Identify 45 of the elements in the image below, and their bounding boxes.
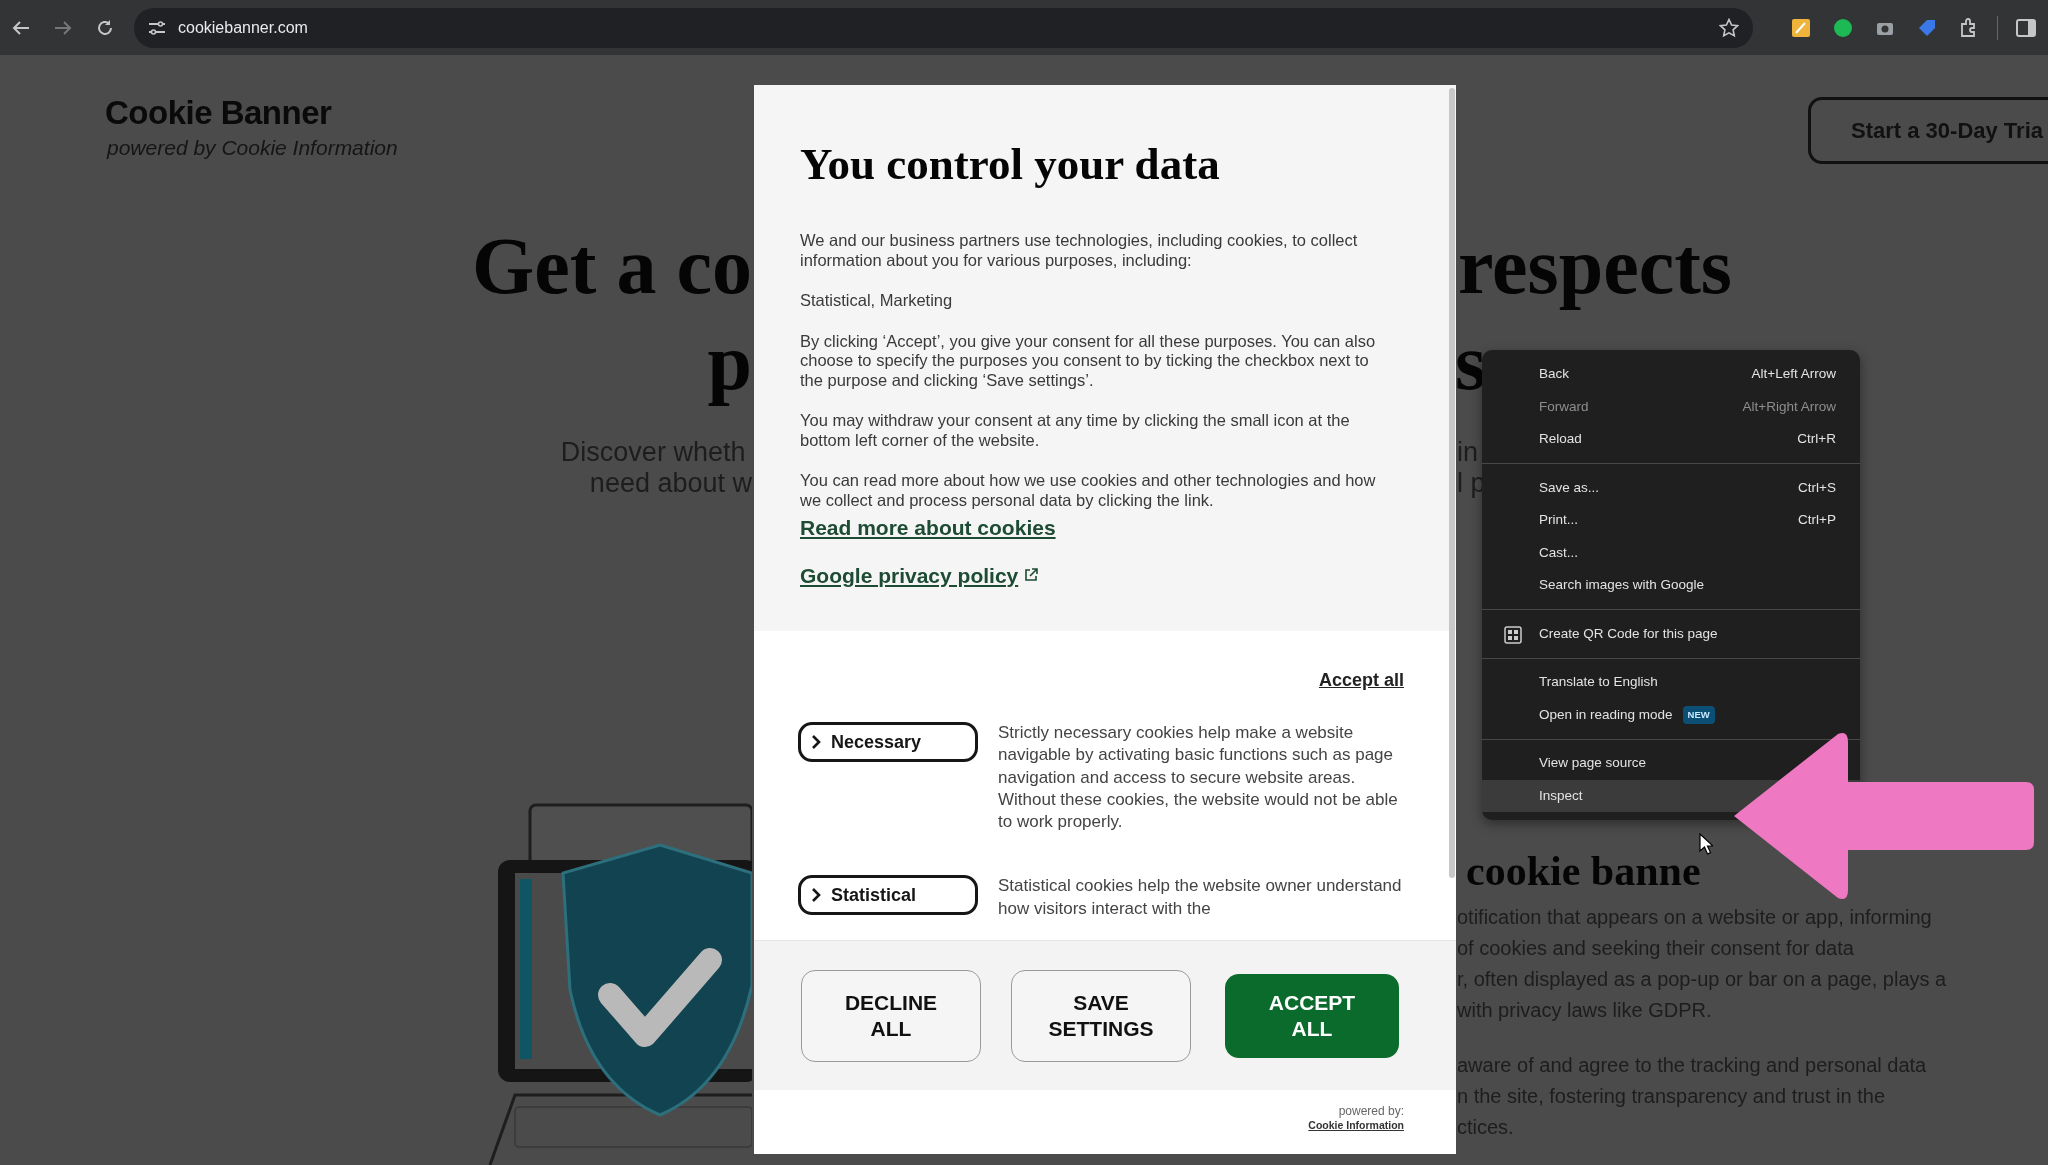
menu-item[interactable]: Save as... Ctrl+S <box>1482 471 1860 504</box>
powered-by-link[interactable]: Cookie Information <box>1308 1118 1404 1132</box>
body-text: By clicking ‘Accept’, you give your consent for all these purposes. You can also choose to specify the purposes you consent to by ticking the checkbox next to the purpose and clicking ‘Save settings’. <box>800 331 1377 390</box>
link[interactable]: Read more about cookies <box>800 512 1056 544</box>
headline-fragment: respects <box>1458 222 1732 310</box>
star-icon[interactable] <box>1719 17 1739 38</box>
menu-item[interactable]: Create QR Code for this page <box>1482 617 1860 650</box>
cursor-icon <box>1699 833 1713 855</box>
menu-item[interactable]: Translate to English <box>1482 666 1860 699</box>
category-toggle[interactable]: Necessary <box>798 722 978 762</box>
category-description: Statistical cookies help the website owner understand how visitors interact with the <box>998 875 1403 920</box>
qr-code-icon <box>1504 625 1522 644</box>
body-text: Statistical, Marketing <box>800 291 954 311</box>
accept-all-button[interactable]: ACCEPT ALL <box>1225 973 1399 1058</box>
category-toggle[interactable]: Statistical <box>798 875 978 916</box>
body-text: You can read more about how we use cookies and other technologies and how we collect and process personal data by clicking the link. <box>800 471 1377 510</box>
menu-item[interactable]: Print... Ctrl+P <box>1482 504 1860 537</box>
headline-fragment: p <box>707 318 752 406</box>
sidebar-icon[interactable] <box>2015 16 2037 39</box>
scrollbar[interactable] <box>1449 88 1455 878</box>
forward-arrow-icon[interactable] <box>54 19 72 36</box>
logo-subtitle: powered by Cookie Information <box>107 136 398 160</box>
category-description: Strictly necessary cookies help make a website navigable by activating basic functions such as page navigation and access to secure website areas. Without these cookies, the website would not be able to work properly. <box>998 722 1399 834</box>
site-settings-icon[interactable] <box>148 19 166 36</box>
menu-item[interactable]: Search images with Google <box>1482 569 1860 602</box>
accept-all-link[interactable]: Accept all <box>1318 667 1404 694</box>
powered-by-label: powered by: <box>1338 1104 1404 1118</box>
body-text: We and our business partners use technologies, including cookies, to collect information about you for various purposes, including: <box>800 231 1359 270</box>
section-heading-fragment: cookie banne <box>1466 848 1701 895</box>
reload-icon[interactable] <box>96 18 114 37</box>
back-arrow-icon[interactable] <box>12 19 30 36</box>
external-link-icon <box>1024 568 1039 583</box>
url-text[interactable]: cookiebanner.com <box>178 15 308 40</box>
headline-fragment: Get a co <box>472 222 752 310</box>
link[interactable]: Google privacy policy <box>800 559 1039 591</box>
chevron-icon <box>811 888 821 903</box>
dialog-title: You control your data <box>800 138 1221 191</box>
menu-item[interactable]: Reload Ctrl+R <box>1482 423 1860 456</box>
menu-item[interactable]: View page source <box>1482 747 1860 780</box>
dialog-button[interactable]: DECLINE ALL <box>801 969 981 1062</box>
body-text: You may withdraw your consent at any time by clicking the small icon at the bottom left corner of the website. <box>800 411 1351 450</box>
chevron-icon <box>811 735 821 749</box>
dialog-button[interactable]: SAVE SETTINGS <box>1011 969 1191 1062</box>
menu-item[interactable]: Cast... <box>1482 536 1860 569</box>
menu-item[interactable]: Open in reading mode NEW <box>1482 698 1860 731</box>
